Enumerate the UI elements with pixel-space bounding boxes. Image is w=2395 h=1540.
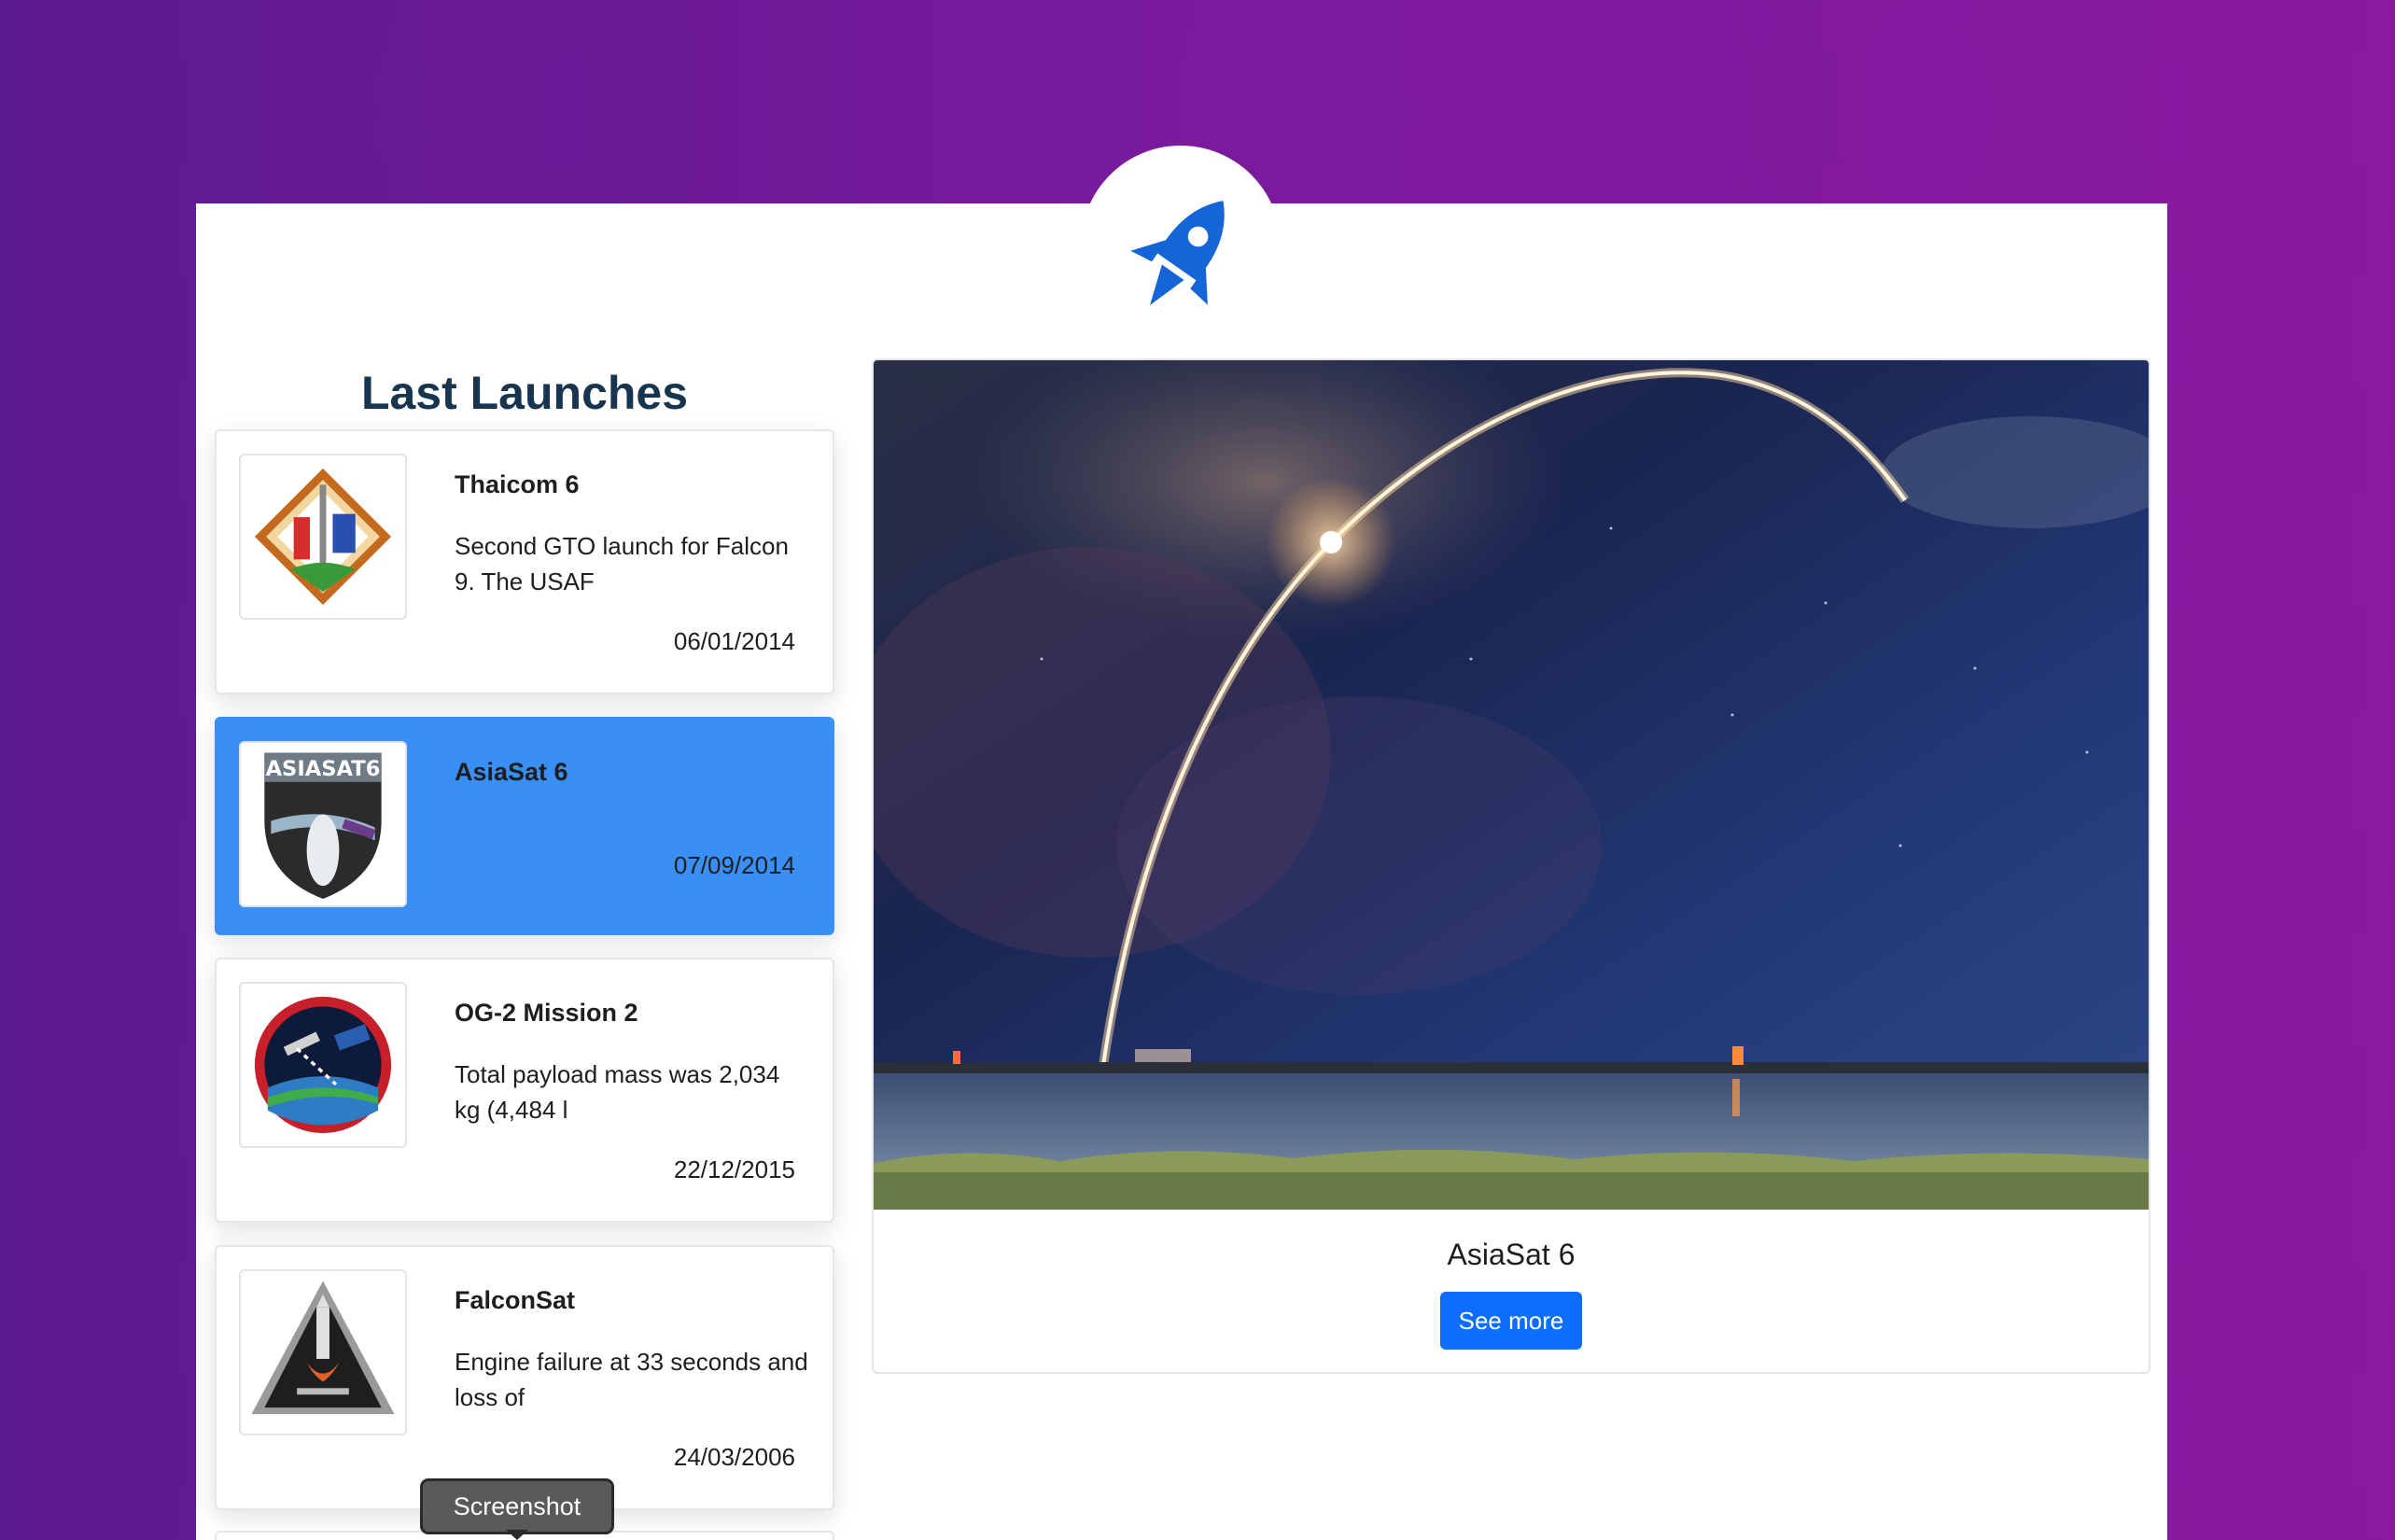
launch-card-thaicom-6[interactable]: Thaicom 6 Second GTO launch for Falcon 9… bbox=[215, 429, 834, 694]
launch-detail-card: AsiaSat 6 See more bbox=[872, 358, 2150, 1374]
sidebar-title: Last Launches bbox=[360, 367, 689, 419]
falconsat-mission-patch-icon bbox=[239, 1269, 407, 1435]
launch-card-asiasat-6[interactable]: ASIASAT6 AsiaSat 6 07/09/2014 bbox=[215, 717, 834, 935]
launch-card-og-2-mission-2[interactable]: OG-2 Mission 2 Total payload mass was 2,… bbox=[215, 958, 834, 1223]
launch-description: Second GTO launch for Falcon 9. The USAF bbox=[455, 532, 789, 595]
launch-name: Thaicom 6 bbox=[455, 470, 580, 498]
launch-name: OG-2 Mission 2 bbox=[455, 999, 638, 1027]
launch-date: 24/03/2006 bbox=[673, 1443, 795, 1471]
launch-date: 22/12/2015 bbox=[673, 1155, 795, 1183]
svg-text:ASIASAT6: ASIASAT6 bbox=[266, 757, 381, 781]
tooltip-arrow bbox=[506, 1530, 528, 1540]
launch-description: Total payload mass was 2,034 kg (4,484 l bbox=[455, 1060, 780, 1124]
asiasat-6-mission-patch-icon: ASIASAT6 bbox=[239, 741, 407, 907]
detail-title: AsiaSat 6 bbox=[1447, 1238, 1576, 1271]
launch-card-falconsat[interactable]: FalconSat Engine failure at 33 seconds a… bbox=[215, 1245, 834, 1510]
launch-name: FalconSat bbox=[455, 1286, 576, 1314]
see-more-button[interactable]: See more bbox=[1440, 1292, 1582, 1350]
rocket-launch-photo-icon bbox=[874, 360, 2149, 1210]
orbcomm-2-mission-patch-icon bbox=[239, 982, 407, 1148]
launch-name: AsiaSat 6 bbox=[455, 758, 568, 786]
rocket-icon bbox=[1130, 201, 1225, 306]
launch-description: Engine failure at 33 seconds and loss of bbox=[455, 1348, 808, 1411]
launch-date: 06/01/2014 bbox=[673, 627, 795, 655]
thaicom-6-mission-patch-icon bbox=[239, 454, 407, 620]
launch-date: 07/09/2014 bbox=[673, 851, 795, 879]
screenshot-tooltip: Screenshot bbox=[420, 1478, 614, 1534]
